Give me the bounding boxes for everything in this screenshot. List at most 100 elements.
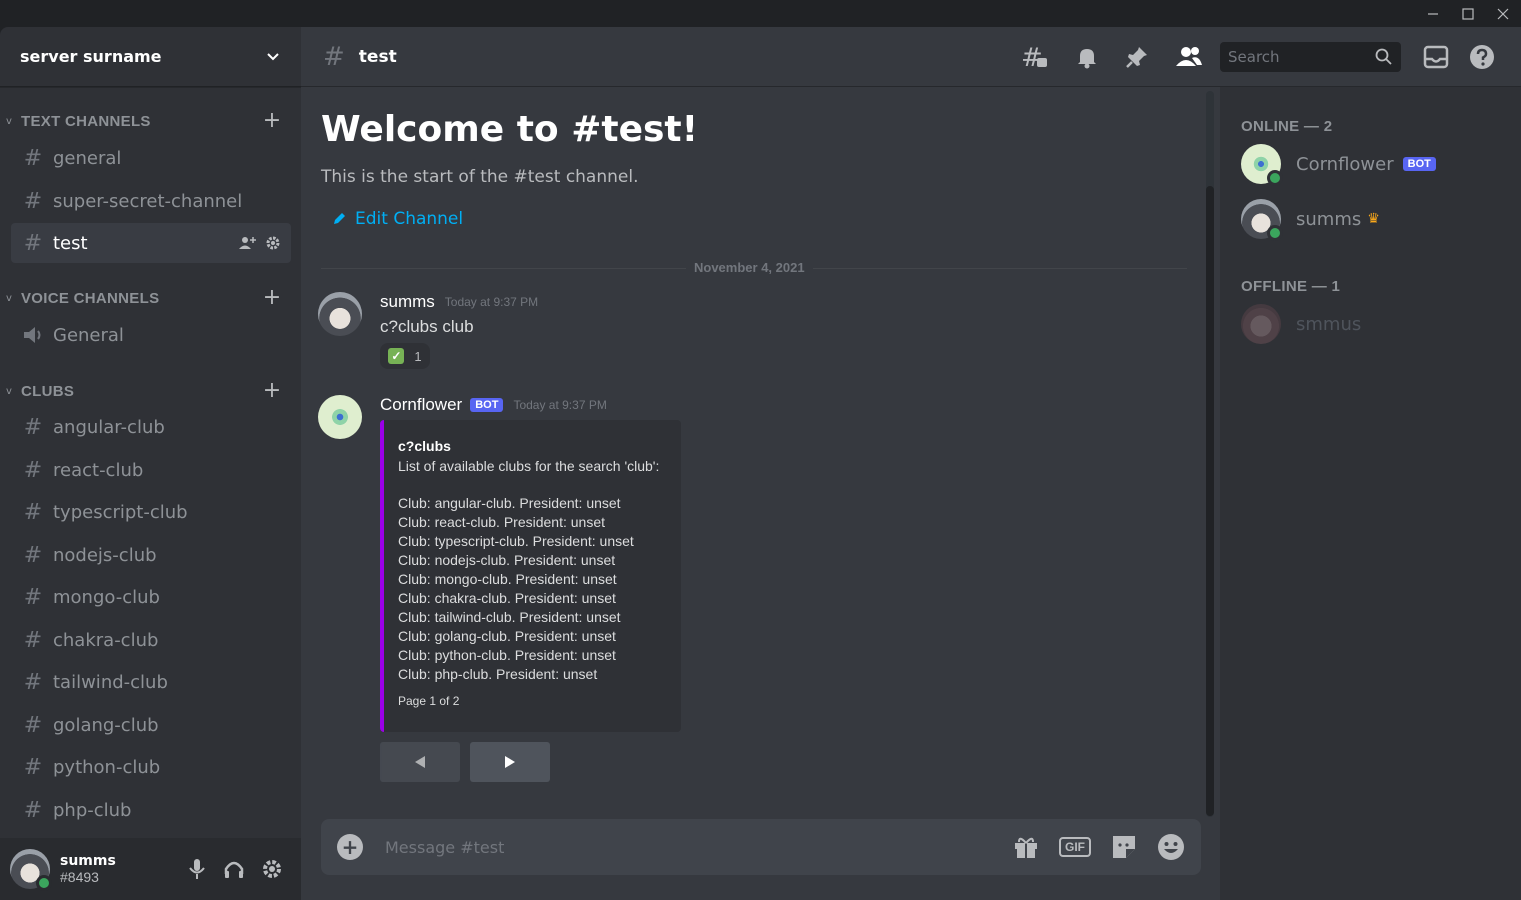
channel-label: general [53, 147, 122, 169]
channel-php-club[interactable]: # php-club [11, 790, 291, 830]
channel-header: # test # Search [301, 27, 1521, 87]
emoji-icon[interactable] [1157, 833, 1185, 861]
search-input[interactable]: Search [1220, 42, 1401, 72]
add-attachment-icon[interactable]: + [337, 834, 363, 860]
embed-line: Club: nodejs-club. President: unset [398, 552, 616, 568]
channel-label: test [53, 232, 88, 254]
headphones-icon[interactable] [223, 858, 245, 880]
edit-channel-link[interactable]: Edit Channel [331, 209, 463, 229]
avatar[interactable] [318, 395, 362, 439]
locked-hash-icon: # [23, 669, 43, 695]
close-button[interactable] [1486, 0, 1520, 27]
category-text-channels[interactable]: v TEXT CHANNELS + [0, 109, 301, 133]
bell-icon[interactable] [1075, 45, 1099, 69]
previous-page-button[interactable] [380, 742, 460, 782]
channel-test[interactable]: # test [11, 223, 291, 263]
category-clubs[interactable]: v CLUBS + [0, 379, 301, 403]
hash-icon: # [23, 145, 43, 171]
gear-icon[interactable] [265, 235, 281, 251]
channel-super-secret-channel[interactable]: # super-secret-channel [11, 181, 291, 221]
hash-icon: # [23, 230, 43, 256]
channel-label: python-club [53, 756, 161, 778]
message-input[interactable]: Message #test [385, 838, 1013, 857]
avatar [1241, 199, 1283, 241]
online-status-icon [1267, 170, 1283, 186]
server-header[interactable]: server surname [0, 27, 301, 87]
embed-line: Club: chakra-club. President: unset [398, 590, 616, 606]
locked-hash-icon: # [23, 584, 43, 610]
scrollbar-track[interactable] [1206, 91, 1214, 817]
add-channel-icon[interactable]: + [261, 110, 283, 132]
channel-label: angular-club [53, 416, 165, 438]
message-text: c?clubs club [380, 317, 474, 336]
gif-icon[interactable]: GIF [1059, 837, 1091, 857]
locked-hash-icon: # [23, 414, 43, 440]
edit-channel-label: Edit Channel [355, 209, 464, 229]
message-author[interactable]: Cornflower [380, 395, 462, 415]
channel-golang-club[interactable]: # golang-club [11, 705, 291, 745]
gift-icon[interactable] [1013, 834, 1039, 860]
channel-label: tailwind-club [53, 671, 168, 693]
user-info[interactable]: summs #8493 [60, 853, 187, 885]
discord-app: server surname v TEXT CHANNELS + # gener… [0, 27, 1521, 900]
message-list: Welcome to #test! This is the start of t… [301, 87, 1220, 817]
channel-python-club[interactable]: # python-club [11, 747, 291, 787]
category-label: VOICE CHANNELS [21, 289, 160, 307]
member-smmus[interactable]: smmus [1241, 302, 1511, 346]
arrow-left-icon [415, 756, 425, 768]
channel-nodejs-club[interactable]: # nodejs-club [11, 535, 291, 575]
scrollbar-thumb[interactable] [1206, 186, 1214, 816]
maximize-button[interactable] [1451, 0, 1485, 27]
locked-hash-icon: # [23, 457, 43, 483]
channel-label: golang-club [53, 714, 159, 736]
check-mark-icon: ✓ [388, 348, 405, 364]
voice-channel-general[interactable]: General [11, 315, 291, 355]
microphone-icon[interactable] [187, 858, 207, 880]
member-list: ONLINE — 2 Cornflower BOT summs ♛ OFFLIN… [1220, 87, 1521, 900]
maximize-icon [1462, 7, 1474, 20]
channel-chakra-club[interactable]: # chakra-club [11, 620, 291, 660]
add-channel-icon[interactable]: + [261, 287, 283, 309]
pencil-icon [334, 213, 345, 224]
channel-label: mongo-club [53, 586, 160, 608]
invite-icon[interactable] [239, 235, 257, 251]
inbox-icon[interactable] [1423, 44, 1449, 70]
speaker-icon [22, 325, 44, 345]
gear-icon[interactable] [261, 858, 283, 880]
embed-line: Club: golang-club. President: unset [398, 628, 616, 644]
channel-react-club[interactable]: # react-club [11, 450, 291, 490]
embed-line: Club: typescript-club. President: unset [398, 533, 634, 549]
category-label: CLUBS [21, 382, 75, 400]
channel-label: chakra-club [53, 629, 159, 651]
channel-angular-club[interactable]: # angular-club [11, 407, 291, 447]
sticker-icon[interactable] [1111, 834, 1137, 860]
minimize-button[interactable] [1416, 0, 1450, 27]
locked-hash-icon: # [23, 797, 43, 823]
channel-label: nodejs-club [53, 544, 157, 566]
add-channel-icon[interactable]: + [261, 380, 283, 402]
member-list-icon[interactable] [1175, 45, 1203, 69]
avatar[interactable] [318, 292, 362, 336]
channel-general[interactable]: # general [11, 138, 291, 178]
member-cornflower[interactable]: Cornflower BOT [1241, 142, 1511, 186]
member-summs[interactable]: summs ♛ [1241, 197, 1511, 241]
avatar[interactable] [10, 849, 52, 891]
message-composer[interactable]: + Message #test GIF [321, 819, 1201, 875]
channel-typescript-club[interactable]: # typescript-club [11, 492, 291, 532]
channel-tailwind-club[interactable]: # tailwind-club [11, 662, 291, 702]
embed-footer: Page 1 of 2 [398, 694, 460, 708]
pin-icon[interactable] [1125, 45, 1149, 69]
embed-description: List of available clubs for the search '… [398, 458, 660, 474]
message-author[interactable]: summs [380, 292, 435, 312]
member-group-offline: OFFLINE — 1 [1241, 278, 1341, 295]
category-voice-channels[interactable]: v VOICE CHANNELS + [0, 286, 301, 310]
reaction-checkmark[interactable]: ✓ 1 [380, 343, 430, 369]
hash-icon: # [323, 41, 345, 72]
threads-icon[interactable]: # [1021, 44, 1049, 70]
help-icon[interactable] [1469, 44, 1495, 70]
channel-mongo-club[interactable]: # mongo-club [11, 577, 291, 617]
channel-label: typescript-club [53, 501, 188, 523]
next-page-button[interactable] [470, 742, 550, 782]
avatar [1241, 144, 1283, 186]
crown-icon: ♛ [1367, 211, 1380, 227]
